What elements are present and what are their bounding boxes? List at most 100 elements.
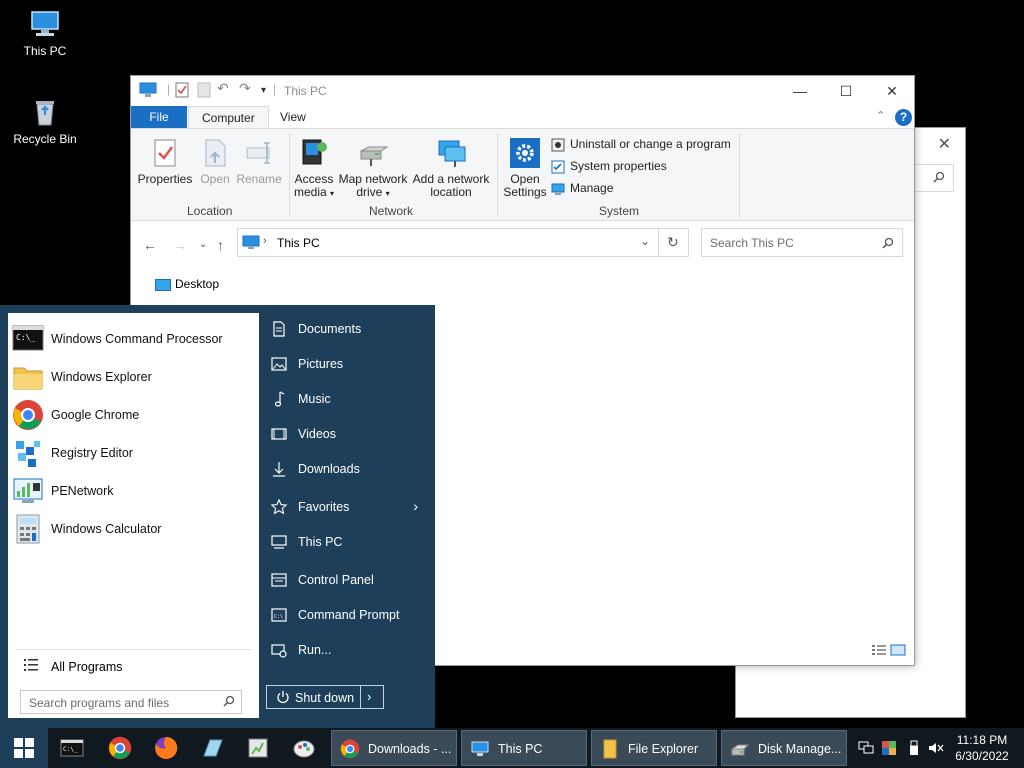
properties-quick-icon[interactable] xyxy=(175,82,189,101)
collapse-ribbon-icon[interactable]: ⌃ xyxy=(876,109,885,122)
start-button[interactable] xyxy=(0,728,48,768)
ribbon-tabs: File Computer View ⌃ ? xyxy=(131,106,914,129)
start-link-favorites[interactable]: Favorites › xyxy=(270,496,430,520)
start-link-documents[interactable]: Documents xyxy=(270,318,430,342)
power-icon xyxy=(276,690,290,707)
chevron-down-icon[interactable]: ⌄ xyxy=(640,234,650,248)
taskbar-paint-icon[interactable] xyxy=(292,736,316,760)
window-title: This PC xyxy=(284,84,327,98)
network-tray-icon[interactable] xyxy=(858,740,874,756)
close-button[interactable]: ✕ xyxy=(869,80,915,102)
taskbar-firefox-icon[interactable] xyxy=(154,736,178,760)
video-icon xyxy=(270,425,288,443)
help-icon[interactable]: ? xyxy=(895,109,912,126)
usb-tray-icon[interactable] xyxy=(906,740,922,756)
taskbar-monitor-icon[interactable] xyxy=(246,736,270,760)
disk-icon xyxy=(730,739,750,759)
chevron-right-icon[interactable]: › xyxy=(367,689,371,704)
shutdown-button[interactable]: Shut down › xyxy=(266,685,384,709)
undo-icon[interactable]: ↶ xyxy=(217,80,229,97)
start-link-videos[interactable]: Videos xyxy=(270,423,430,447)
back-arrow-icon[interactable]: ← xyxy=(143,237,157,253)
close-icon[interactable]: ✕ xyxy=(938,134,951,154)
all-programs-button[interactable]: All Programs xyxy=(16,649,251,679)
search-input[interactable]: Search This PC xyxy=(701,228,903,257)
tab-view[interactable]: View xyxy=(267,106,319,128)
minimize-button[interactable]: — xyxy=(777,80,823,102)
windows-logo-icon xyxy=(14,738,34,761)
uninstall-icon xyxy=(551,138,565,152)
chrome-icon xyxy=(12,399,44,431)
rename-button[interactable]: Rename xyxy=(236,137,282,186)
view-toggle xyxy=(871,644,906,659)
start-link-music[interactable]: Music xyxy=(270,388,430,412)
taskbar-cmd-icon[interactable]: C:\_ xyxy=(60,736,84,760)
tab-computer[interactable]: Computer xyxy=(188,106,269,129)
access-media-button[interactable]: Access media ▾ xyxy=(293,137,335,200)
address-bar[interactable]: › This PC ⌄ xyxy=(237,228,659,257)
properties-icon xyxy=(149,137,181,169)
start-app-chrome[interactable]: Google Chrome xyxy=(12,397,255,433)
properties-button[interactable]: Properties xyxy=(137,137,193,186)
svg-text:C:\_: C:\_ xyxy=(63,746,78,753)
start-app-calculator[interactable]: Windows Calculator xyxy=(12,511,255,547)
rename-icon xyxy=(243,137,275,169)
open-icon xyxy=(199,137,231,169)
add-network-location-button[interactable]: Add a network location xyxy=(411,137,491,199)
document-icon xyxy=(270,320,288,338)
start-link-command-prompt[interactable]: C:\ Command Prompt xyxy=(270,604,430,628)
breadcrumb-chevron-icon[interactable]: › xyxy=(263,235,267,247)
refresh-button[interactable]: ↻ xyxy=(659,228,689,257)
list-item-desktop[interactable]: Desktop xyxy=(155,277,219,291)
taskbar-task-file-explorer[interactable]: File Explorer xyxy=(591,730,717,766)
desktop-folder-icon xyxy=(155,278,171,291)
start-link-run[interactable]: Run... xyxy=(270,639,430,663)
start-app-registry[interactable]: Registry Editor xyxy=(12,435,255,471)
system-properties-button[interactable]: System properties xyxy=(551,157,667,175)
desktop-icon-label: Recycle Bin xyxy=(13,132,77,146)
title-bar[interactable]: | ↶ ↷ ▾ | This PC — ☐ ✕ xyxy=(131,76,914,105)
details-view-icon[interactable] xyxy=(871,645,887,659)
desktop-icon-recycle-bin[interactable]: Recycle Bin xyxy=(5,96,85,146)
start-search-input[interactable]: Search programs and files xyxy=(20,690,242,714)
redo-icon[interactable]: ↷ xyxy=(239,80,251,97)
recent-locations-icon[interactable]: ⌄ xyxy=(199,239,207,250)
manage-icon xyxy=(551,182,565,196)
maximize-button[interactable]: ☐ xyxy=(823,80,869,102)
start-link-downloads[interactable]: Downloads xyxy=(270,458,430,482)
start-app-cmd[interactable]: C:\_ Windows Command Processor xyxy=(12,321,255,357)
computer-icon xyxy=(470,739,490,759)
large-icons-view-icon[interactable] xyxy=(890,644,906,659)
clock-date: 6/30/2022 xyxy=(955,749,1009,763)
taskbar-chrome-icon[interactable] xyxy=(108,736,132,760)
system-clock[interactable]: 11:18 PM 6/30/2022 xyxy=(952,732,1012,764)
map-network-drive-button[interactable]: Map network drive ▾ xyxy=(337,137,409,200)
new-folder-quick-icon[interactable] xyxy=(197,82,211,101)
desktop-icon-this-pc[interactable]: This PC xyxy=(5,8,85,58)
start-link-this-pc[interactable]: This PC xyxy=(270,531,430,555)
start-link-control-panel[interactable]: Control Panel xyxy=(270,569,430,593)
forward-arrow-icon[interactable]: → xyxy=(173,237,187,253)
tab-file[interactable]: File xyxy=(131,106,187,128)
taskbar-drive-icon[interactable] xyxy=(200,736,224,760)
open-button[interactable]: Open xyxy=(195,137,235,186)
start-app-penetwork[interactable]: PENetwork xyxy=(12,473,255,509)
taskbar-task-this-pc[interactable]: This PC xyxy=(461,730,587,766)
up-arrow-icon[interactable]: ↑ xyxy=(217,237,224,253)
manage-button[interactable]: Manage xyxy=(551,179,613,197)
taskbar-task-downloads[interactable]: Downloads - ... xyxy=(331,730,457,766)
start-menu-programs: C:\_ Windows Command Processor Windows E… xyxy=(8,313,259,718)
chevron-down-icon[interactable]: ▾ xyxy=(261,85,266,96)
open-settings-button[interactable]: Open Settings xyxy=(501,137,549,199)
taskbar: C:\_ Downloads - ... This PC File Explor… xyxy=(0,728,1024,768)
display-tray-icon[interactable] xyxy=(881,740,897,756)
taskbar-task-disk-management[interactable]: Disk Manage... xyxy=(721,730,847,766)
chevron-right-icon: › xyxy=(413,498,418,514)
uninstall-program-button[interactable]: Uninstall or change a program xyxy=(551,135,731,153)
volume-muted-icon[interactable] xyxy=(928,740,944,756)
run-icon xyxy=(270,641,288,659)
start-link-pictures[interactable]: Pictures xyxy=(270,353,430,377)
computer-icon xyxy=(29,8,61,40)
start-app-explorer[interactable]: Windows Explorer xyxy=(12,359,255,395)
folder-icon xyxy=(12,361,44,393)
